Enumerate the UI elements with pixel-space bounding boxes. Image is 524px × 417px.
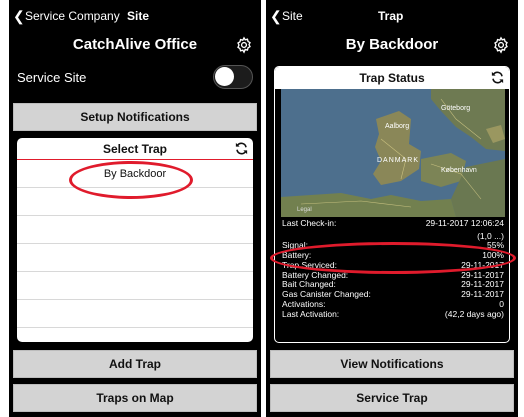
setup-notifications-button[interactable]: Setup Notifications (13, 103, 257, 131)
nav-current-title: Site (127, 9, 150, 23)
map-label-goteborg: Göteborg (441, 105, 471, 112)
service-trap-button[interactable]: Service Trap (270, 384, 514, 412)
refresh-icon[interactable] (490, 70, 505, 85)
trap-list-item[interactable] (17, 300, 253, 328)
trap-list-item[interactable] (17, 272, 253, 300)
left-phone-screen: ❮ Service Company Site CatchAlive Office… (9, 0, 261, 417)
map-legal-link[interactable]: Legal (297, 207, 312, 213)
status-value: (42,2 days ago) (444, 309, 504, 320)
back-button[interactable]: Site (282, 9, 303, 23)
select-trap-title: Select Trap (102, 142, 168, 156)
trap-list-item[interactable] (17, 244, 253, 272)
service-site-label: Service Site (17, 70, 87, 85)
trap-list-item[interactable] (17, 216, 253, 244)
status-row: (1,0 ...) (282, 231, 504, 242)
chevron-left-icon[interactable]: ❮ (270, 8, 282, 24)
map-label-kobenhavn: København (441, 167, 477, 174)
refresh-icon[interactable] (234, 141, 249, 156)
status-row: Last Activation: (42,2 days ago) (282, 310, 504, 320)
status-value: 29-11-2017 12:06:24 (425, 218, 504, 228)
back-button[interactable]: Service Company (25, 9, 120, 23)
map-label-aalborg: Aalborg (385, 123, 410, 130)
highlight-ellipse (270, 242, 516, 274)
trap-list-item[interactable] (17, 328, 253, 342)
trap-location-map[interactable]: Göteborg Aalborg DANMARK København Legal (281, 89, 505, 217)
right-phone-screen: ❮ Site Trap By Backdoor Trap Status Göte… (266, 0, 518, 417)
status-label: Activations: (282, 298, 326, 309)
view-notifications-button[interactable]: View Notifications (270, 350, 514, 378)
gear-icon[interactable] (235, 36, 253, 54)
status-label: Last Activation: (282, 309, 340, 320)
status-value: 29-11-2017 (461, 288, 504, 299)
nav-current-title: Trap (378, 9, 404, 23)
traps-on-map-button[interactable]: Traps on Map (13, 384, 257, 412)
map-label-danmark: DANMARK (377, 157, 420, 164)
nav-bar: ❮ Service Company Site (13, 8, 257, 24)
trap-status-panel: Trap Status Göteborg Aalborg DANMARK Køb… (274, 66, 510, 343)
nav-bar: ❮ Site Trap (270, 8, 514, 24)
page-title: CatchAlive Office (72, 36, 198, 53)
satellite-map-image (281, 89, 505, 217)
status-row: Last Check-in: 29-11-2017 12:06:24 (282, 218, 504, 229)
status-label: Last Check-in: (282, 218, 337, 228)
gear-icon[interactable] (492, 36, 510, 54)
highlight-ellipse (69, 161, 193, 199)
select-trap-header: Select Trap (17, 138, 253, 160)
status-row: Activations: 0 (282, 298, 504, 310)
chevron-left-icon[interactable]: ❮ (13, 8, 25, 24)
toggle-knob (215, 67, 234, 86)
trap-status-header: Trap Status (275, 67, 509, 89)
add-trap-button[interactable]: Add Trap (13, 350, 257, 378)
service-site-toggle[interactable] (213, 65, 253, 89)
trap-status-title: Trap Status (359, 71, 425, 85)
status-value: 0 (499, 298, 504, 309)
page-title: By Backdoor (345, 36, 439, 53)
